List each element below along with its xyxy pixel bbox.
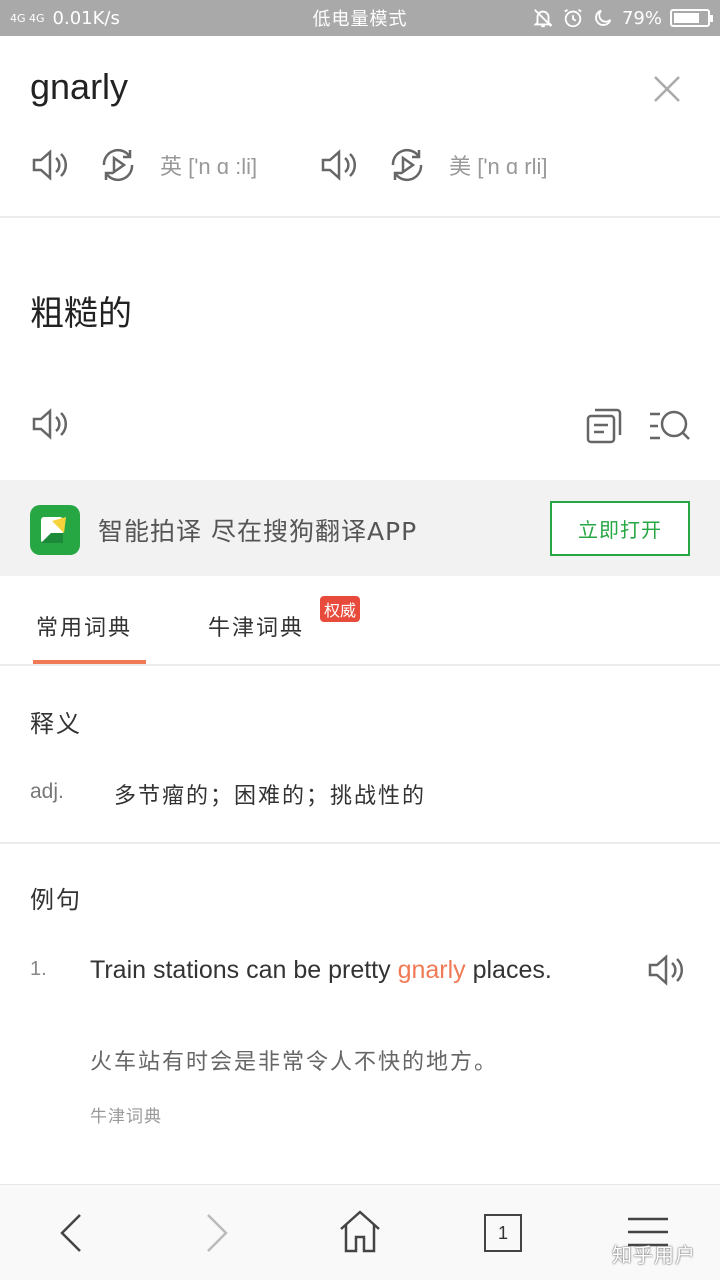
forward-arrow-icon[interactable] — [196, 1211, 236, 1255]
battery-icon — [670, 9, 713, 27]
us-pronunciation: 美 ['n ɑ rli] — [319, 145, 547, 185]
examples-title: 例句 — [30, 886, 82, 914]
open-app-button[interactable]: 立即打开 — [550, 501, 690, 556]
example-highlight-word: gnarly — [397, 956, 466, 984]
repeat-play-icon[interactable] — [387, 145, 427, 185]
watermark: 知乎用户 — [612, 1243, 696, 1267]
copy-icon[interactable] — [584, 406, 624, 446]
back-arrow-icon[interactable] — [52, 1211, 92, 1255]
battery-fill — [674, 13, 699, 23]
alarm-icon — [564, 8, 582, 28]
speaker-icon[interactable] — [646, 950, 686, 990]
divider — [0, 842, 720, 844]
repeat-play-icon[interactable] — [98, 145, 138, 185]
example-english: Train stations can be pretty gnarly plac… — [90, 950, 610, 990]
pronunciation-row: 英 ['n ɑ :li] 美 ['n ɑ rli] — [30, 140, 547, 190]
moon-icon — [595, 9, 612, 26]
example-source: 牛津词典 — [90, 1107, 162, 1127]
tabs-count-button[interactable]: 1 — [484, 1214, 522, 1252]
status-bar: 4G 4G 0.01K/s 低电量模式 79% — [0, 0, 720, 36]
uk-phonetic: 英 ['n ɑ :li] — [160, 154, 258, 179]
divider — [0, 664, 720, 666]
headword: gnarly — [30, 66, 129, 107]
tab-oxford-dictionary[interactable]: 牛津词典 — [208, 610, 304, 642]
example-number: 1. — [30, 958, 47, 980]
divider — [0, 216, 720, 218]
definitions-title: 释义 — [30, 710, 82, 738]
example-text-before: Train stations can be pretty — [90, 956, 398, 984]
dictionary-tabs: 常用词典 牛津词典 权威 — [0, 576, 720, 666]
example-text-after: places. — [465, 956, 552, 984]
speaker-icon[interactable] — [30, 404, 70, 444]
home-icon[interactable] — [338, 1207, 382, 1255]
close-icon[interactable] — [650, 72, 684, 106]
part-of-speech: adj. — [30, 780, 64, 803]
browser-bottom-bar: 1 知乎用户 — [0, 1184, 720, 1280]
promo-text: 智能拍译 尽在搜狗翻译APP — [98, 517, 418, 546]
speaker-icon[interactable] — [319, 145, 359, 185]
speaker-icon[interactable] — [30, 145, 70, 185]
translation-result: 粗糙的 — [30, 294, 132, 334]
authority-badge: 权威 — [320, 596, 361, 622]
example-chinese: 火车站有时会是非常令人不快的地方。 — [90, 1050, 499, 1075]
mute-bell-icon — [533, 9, 553, 28]
tab-common-dictionary[interactable]: 常用词典 — [36, 610, 132, 642]
battery-percent: 79% — [621, 7, 662, 29]
status-right: 79% — [532, 0, 713, 36]
definition-text: 多节瘤的；困难的；挑战性的 — [114, 784, 427, 809]
search-list-icon[interactable] — [648, 406, 690, 446]
us-phonetic: 美 ['n ɑ rli] — [449, 154, 548, 179]
app-promo-banner: 智能拍译 尽在搜狗翻译APP 立即打开 — [0, 480, 720, 576]
sogou-translate-logo-icon — [30, 505, 80, 555]
uk-pronunciation: 英 ['n ɑ :li] — [30, 145, 257, 185]
